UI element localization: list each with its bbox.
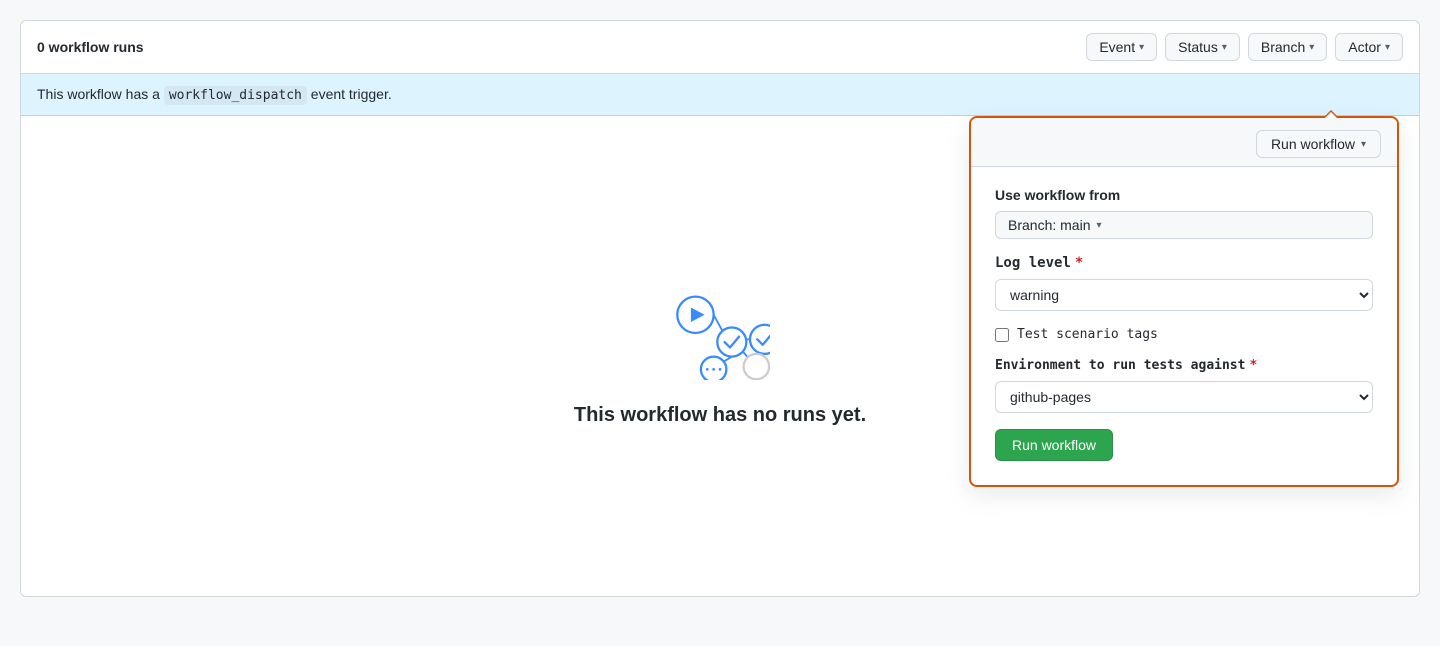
branch-filter-button[interactable]: Branch ▾ <box>1248 33 1327 61</box>
banner-code: workflow_dispatch <box>164 86 307 105</box>
content-area: This workflow has no runs yet. Run workf… <box>21 116 1419 596</box>
panel-arrow <box>1323 110 1339 118</box>
log-level-select[interactable]: warning debug info error <box>995 279 1373 311</box>
panel-header: Run workflow ▾ <box>971 118 1397 167</box>
test-scenario-checkbox[interactable] <box>995 328 1009 342</box>
branch-caret-icon: ▾ <box>1309 42 1314 53</box>
actor-filter-button[interactable]: Actor ▾ <box>1335 33 1403 61</box>
event-filter-button[interactable]: Event ▾ <box>1086 33 1157 61</box>
event-caret-icon: ▾ <box>1139 42 1144 53</box>
run-workflow-panel: Run workflow ▾ Use workflow from Branch:… <box>969 116 1399 487</box>
info-banner: This workflow has a workflow_dispatch ev… <box>21 74 1419 116</box>
environment-select[interactable]: github-pages staging production <box>995 381 1373 413</box>
empty-state-title: This workflow has no runs yet. <box>574 404 866 427</box>
log-level-label: Log level * <box>995 255 1373 271</box>
log-level-required-star: * <box>1075 255 1083 271</box>
filter-buttons: Event ▾ Status ▾ Branch ▾ Actor ▾ <box>1086 33 1403 61</box>
workflow-illustration <box>670 285 770 380</box>
status-filter-button[interactable]: Status ▾ <box>1165 33 1240 61</box>
run-workflow-main-label: Run workflow <box>1012 437 1096 453</box>
status-filter-label: Status <box>1178 39 1218 55</box>
header-row: 0 workflow runs Event ▾ Status ▾ Branch … <box>21 21 1419 74</box>
environment-group: Environment to run tests against * githu… <box>995 358 1373 413</box>
status-caret-icon: ▾ <box>1222 42 1227 53</box>
branch-filter-label: Branch <box>1261 39 1305 55</box>
run-workflow-top-button[interactable]: Run workflow ▾ <box>1256 130 1381 158</box>
test-scenario-row: Test scenario tags <box>995 327 1373 342</box>
environment-required-star: * <box>1249 358 1257 373</box>
workflow-runs-title: 0 workflow runs <box>37 39 144 55</box>
use-workflow-from-label: Use workflow from <box>995 187 1373 203</box>
run-workflow-top-label: Run workflow <box>1271 136 1355 152</box>
actor-filter-label: Actor <box>1348 39 1381 55</box>
branch-selector-button[interactable]: Branch: main ▾ <box>995 211 1373 239</box>
environment-label: Environment to run tests against * <box>995 358 1373 373</box>
event-filter-label: Event <box>1099 39 1135 55</box>
banner-text-before: This workflow has a <box>37 86 164 102</box>
actor-caret-icon: ▾ <box>1385 42 1390 53</box>
branch-selector-caret-icon: ▾ <box>1096 220 1101 231</box>
branch-selector-label: Branch: main <box>1008 217 1090 233</box>
log-level-group: Log level * warning debug info error <box>995 255 1373 311</box>
use-workflow-from-group: Use workflow from Branch: main ▾ <box>995 187 1373 239</box>
run-workflow-main-button[interactable]: Run workflow <box>995 429 1113 461</box>
banner-text-after: event trigger. <box>307 86 392 102</box>
run-workflow-top-caret-icon: ▾ <box>1361 139 1366 150</box>
test-scenario-label: Test scenario tags <box>1017 327 1158 342</box>
panel-body: Use workflow from Branch: main ▾ Log lev… <box>971 167 1397 485</box>
